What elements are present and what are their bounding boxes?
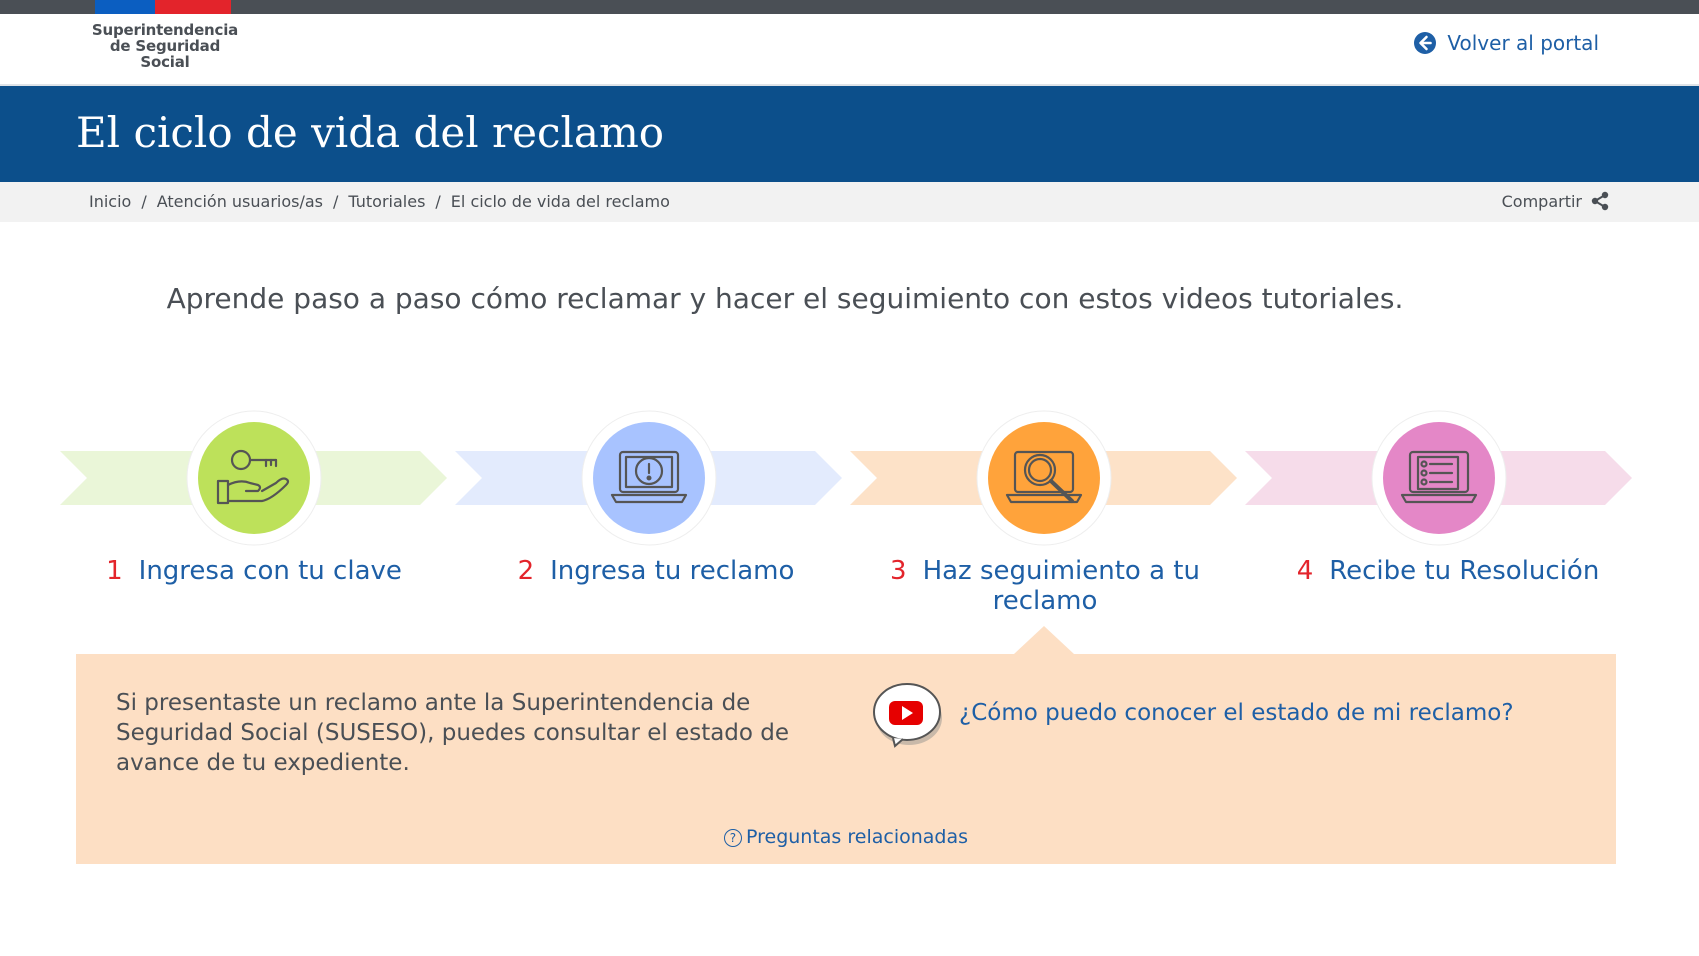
breadcrumb-separator: / <box>333 192 339 211</box>
step-3-circle[interactable] <box>976 410 1112 546</box>
steps-timeline <box>60 410 1632 546</box>
breadcrumb-separator: / <box>435 192 441 211</box>
step-3-number: 3 <box>890 556 907 586</box>
share-button[interactable]: Compartir <box>1502 191 1610 211</box>
step-1-label: Ingresa con tu clave <box>138 556 402 586</box>
step-1-circle[interactable] <box>186 410 322 546</box>
related-questions-link[interactable]: ? Preguntas relacionadas <box>76 826 1616 848</box>
step-2-circle[interactable] <box>581 410 717 546</box>
step-2-label: Ingresa tu reclamo <box>550 556 795 586</box>
breadcrumb-inicio[interactable]: Inicio <box>89 192 131 211</box>
panel-pointer <box>1014 626 1074 654</box>
step-3-title[interactable]: 3 Haz seguimiento a tu reclamo <box>890 556 1200 616</box>
step-3-label: Haz seguimiento a tu reclamo <box>922 556 1200 616</box>
share-label: Compartir <box>1501 191 1582 211</box>
flag-stripe-red <box>155 0 231 14</box>
youtube-bubble-icon <box>873 683 942 748</box>
page-title: El ciclo de vida del reclamo <box>76 108 665 157</box>
step-4-number: 4 <box>1296 556 1314 586</box>
video-tutorial-link[interactable]: ¿Cómo puedo conocer el estado de mi recl… <box>871 676 1514 750</box>
top-color-bar <box>0 0 1699 14</box>
flag-stripe-blue <box>95 0 155 14</box>
step-4-title[interactable]: 4 Recibe tu Resolución <box>1283 556 1613 586</box>
breadcrumb-bar: Inicio / Atención usuarios/as / Tutorial… <box>0 182 1699 222</box>
logo-line-3: Social <box>140 53 190 71</box>
suseso-logo[interactable]: Superintendencia de Seguridad Social <box>90 22 240 70</box>
breadcrumb-current: El ciclo de vida del reclamo <box>450 192 670 211</box>
breadcrumb-atencion[interactable]: Atención usuarios/as <box>157 192 323 211</box>
breadcrumb: Inicio / Atención usuarios/as / Tutorial… <box>89 192 670 211</box>
breadcrumb-separator: / <box>141 192 147 211</box>
step-4-circle[interactable] <box>1371 410 1507 546</box>
page-hero: El ciclo de vida del reclamo <box>0 86 1699 182</box>
panel-description: Si presentaste un reclamo ante la Superi… <box>116 690 790 776</box>
step-1-number: 1 <box>106 556 123 586</box>
question-circle-icon: ? <box>723 829 742 847</box>
intro-text: Aprende paso a paso cómo reclamar y hace… <box>166 282 1404 315</box>
related-questions-label: Preguntas relacionadas <box>745 826 969 848</box>
step-detail-panel: Si presentaste un reclamo ante la Superi… <box>76 654 1616 864</box>
step-4-label: Recibe tu Resolución <box>1329 556 1600 586</box>
share-icon <box>1591 191 1609 211</box>
back-to-portal-link[interactable]: Volver al portal <box>1413 31 1599 55</box>
arrow-left-circle-icon <box>1414 32 1437 54</box>
breadcrumb-tutoriales[interactable]: Tutoriales <box>348 192 425 211</box>
step-2-title[interactable]: 2 Ingresa tu reclamo <box>506 556 806 586</box>
back-to-portal-label: Volver al portal <box>1447 31 1599 55</box>
video-link-label: ¿Cómo puedo conocer el estado de mi recl… <box>959 700 1514 726</box>
step-1-title[interactable]: 1 Ingresa con tu clave <box>104 556 404 586</box>
step-2-number: 2 <box>517 556 535 586</box>
logo-line-2: de Seguridad <box>109 37 221 55</box>
logo-line-1: Superintendencia <box>91 21 239 39</box>
